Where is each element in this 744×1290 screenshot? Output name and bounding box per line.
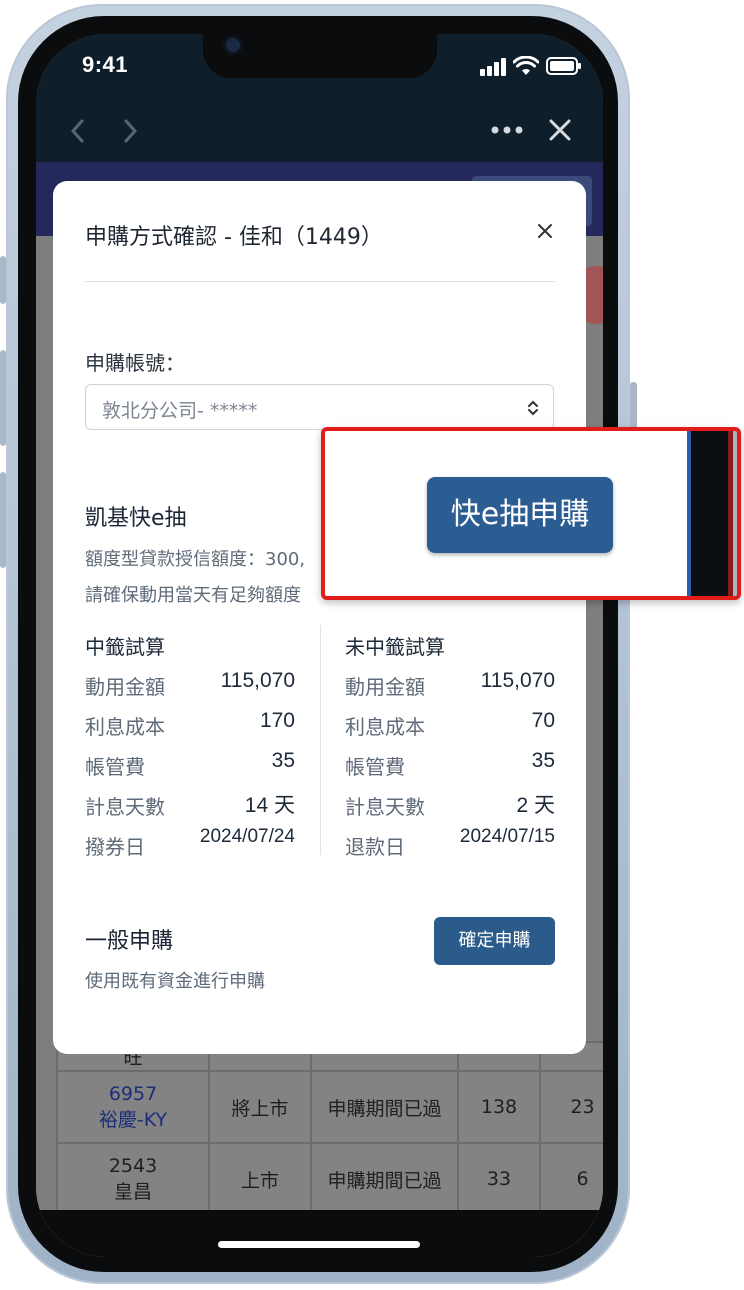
close-icon[interactable] — [537, 223, 553, 239]
select-chevron-icon — [528, 400, 538, 416]
table-cell-value: 138 — [457, 1070, 541, 1144]
lose-calc-title: 未中籤試算 — [345, 635, 445, 659]
silent-switch — [0, 256, 6, 304]
calc-divider — [320, 625, 321, 855]
stock-code: 2543 — [108, 1154, 158, 1177]
close-icon[interactable] — [548, 118, 572, 142]
more-dots-icon[interactable] — [490, 124, 524, 136]
phone-screen: 9:41 旺 6957 裕慶-KY 將上市 申購期間已過 138 23 2543… — [36, 34, 603, 1257]
kgi-note: 請確保動用當天有足夠額度 — [85, 585, 301, 606]
general-subscription-desc: 使用既有資金進行申購 — [85, 971, 265, 992]
table-cell-value: 6 — [539, 1142, 603, 1216]
lose-calc-label: 動用金額 — [345, 675, 425, 699]
wifi-icon — [513, 56, 539, 75]
table-row: 2543 皇昌 上市 申購期間已過 33 6 — [56, 1142, 603, 1216]
signal-icon — [480, 58, 506, 76]
lose-calc-value: 2024/07/15 — [459, 826, 555, 847]
lose-calc-value: 115,070 — [480, 669, 555, 692]
battery-icon — [546, 57, 581, 75]
win-calc-label: 動用金額 — [85, 675, 165, 699]
callout-frame-strip — [733, 431, 737, 596]
general-subscription-title: 一般申購 — [85, 929, 174, 954]
stock-name-link[interactable]: 裕慶-KY — [58, 1105, 208, 1132]
lose-calc-label: 退款日 — [345, 835, 405, 859]
table-cell-status: 申購期間已過 — [310, 1070, 459, 1144]
lose-calc-label: 計息天數 — [345, 795, 425, 819]
win-calc-value: 115,070 — [220, 669, 295, 692]
table-cell-stock[interactable]: 6957 裕慶-KY — [56, 1070, 210, 1144]
account-select[interactable]: 敦北分公司- ***** — [85, 384, 554, 430]
confirm-subscription-button[interactable]: 確定申購 — [434, 917, 555, 965]
win-calc-value: 35 — [271, 749, 295, 772]
win-calc-label: 帳管費 — [85, 755, 145, 779]
account-label: 申購帳號： — [85, 351, 185, 375]
lose-calc-label: 利息成本 — [345, 715, 425, 739]
table-cell-value: 23 — [539, 1070, 603, 1144]
status-time: 9:41 — [82, 52, 129, 77]
subscription-confirm-modal: 申購方式確認 - 佳和（1449） 申購帳號： 敦北分公司- ***** 凱基快… — [53, 181, 586, 1054]
kgi-section-title: 凱基快e抽 — [85, 506, 187, 531]
ipo-table: 旺 6957 裕慶-KY 將上市 申購期間已過 138 23 2543 皇昌 上… — [56, 1041, 603, 1216]
callout-blue-edge — [687, 431, 691, 596]
quick-e-draw-subscribe-button[interactable]: 快e抽申購 — [427, 477, 613, 553]
account-select-value: 敦北分公司- ***** — [102, 400, 258, 422]
home-indicator[interactable] — [218, 1241, 420, 1248]
lose-calc-value: 70 — [531, 709, 555, 732]
win-calc-label: 撥券日 — [85, 835, 145, 859]
lose-calc-value: 35 — [531, 749, 555, 772]
win-calc-value: 14 天 — [244, 794, 295, 817]
home-area — [36, 1210, 603, 1257]
win-calc-label: 計息天數 — [85, 795, 165, 819]
chevron-left-icon[interactable] — [68, 118, 88, 144]
chevron-right-icon[interactable] — [120, 118, 140, 144]
camera-icon — [226, 38, 240, 52]
win-calc-value: 170 — [259, 709, 295, 732]
table-cell-stock: 2543 皇昌 — [56, 1142, 210, 1216]
stock-name: 皇昌 — [113, 1180, 152, 1203]
table-cell-market: 將上市 — [208, 1070, 312, 1144]
table-cell-status: 申購期間已過 — [310, 1142, 459, 1216]
table-cell-value: 33 — [457, 1142, 541, 1216]
table-row: 6957 裕慶-KY 將上市 申購期間已過 138 23 — [56, 1070, 603, 1144]
win-calc-value: 2024/07/24 — [199, 826, 295, 847]
lose-calc-label: 帳管費 — [345, 755, 405, 779]
volume-up-button — [0, 350, 6, 446]
stock-code-link[interactable]: 6957 — [58, 1083, 208, 1105]
win-calc-label: 利息成本 — [85, 715, 165, 739]
zoom-callout: 快e抽申購 — [321, 427, 741, 600]
volume-down-button — [0, 472, 6, 568]
kgi-credit-line: 額度型貸款授信額度：300, — [85, 549, 306, 570]
modal-title: 申購方式確認 - 佳和（1449） — [85, 225, 383, 250]
lose-calc-value: 2 天 — [516, 794, 555, 817]
modal-divider — [85, 281, 555, 282]
win-calc-title: 中籤試算 — [85, 635, 165, 659]
table-cell-market: 上市 — [208, 1142, 312, 1216]
